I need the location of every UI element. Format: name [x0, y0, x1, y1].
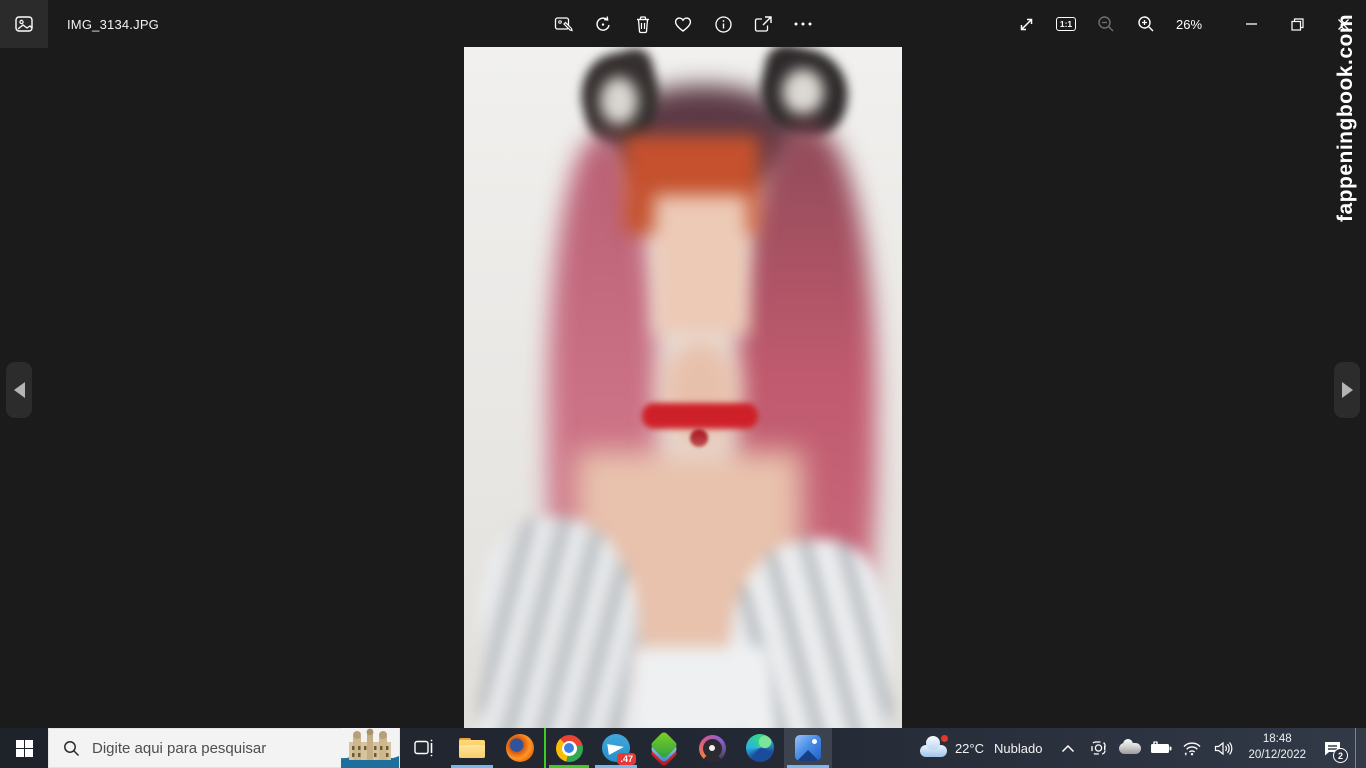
bing-daily-image[interactable]: [341, 728, 399, 768]
wifi-icon: [1182, 741, 1202, 756]
photo-content[interactable]: [464, 47, 902, 728]
taskbar-app-file-explorer[interactable]: [448, 728, 496, 768]
weather-temperature: 22°C: [955, 741, 984, 756]
tray-battery-button[interactable]: [1150, 728, 1172, 768]
photo-abstract-shape: [632, 647, 772, 728]
file-title: IMG_3134.JPG: [67, 17, 159, 32]
photo-abstract-shape: [600, 77, 638, 125]
taskbar-app-chrome[interactable]: [544, 728, 592, 768]
tray-onedrive-button[interactable]: [1119, 728, 1141, 768]
telegram-unread-badge: .47: [617, 753, 636, 765]
edge-icon: [746, 734, 774, 762]
next-arrow-icon: [1342, 382, 1361, 398]
taskbar-app-edge[interactable]: [736, 728, 784, 768]
previous-arrow-icon: [6, 382, 25, 398]
taskbar-app-telegram[interactable]: .47: [592, 728, 640, 768]
photos-app-icon: [14, 14, 34, 34]
edit-photo-button[interactable]: [543, 0, 583, 48]
search-input[interactable]: [92, 740, 341, 757]
chrome-icon: [556, 735, 583, 762]
system-tray: 22°C Nublado: [914, 728, 1366, 768]
telegram-icon: .47: [602, 734, 630, 762]
fullscreen-button[interactable]: [1006, 0, 1046, 48]
favorite-button[interactable]: [663, 0, 703, 48]
zoom-and-window-controls: 1:1 26%: [1006, 0, 1366, 48]
taskbar-app-photos[interactable]: [784, 728, 832, 768]
actual-size-label: 1:1: [1056, 17, 1076, 32]
photo-toolbar: [543, 0, 823, 48]
weather-condition: Nublado: [994, 741, 1042, 756]
photo-viewer: [0, 48, 1366, 728]
zoom-out-button[interactable]: [1086, 0, 1126, 48]
onedrive-icon: [1119, 743, 1141, 754]
maximize-button[interactable]: [1274, 0, 1320, 48]
windows-logo-icon: [16, 740, 33, 757]
action-center-button[interactable]: 2: [1320, 728, 1346, 768]
weather-widget[interactable]: 22°C Nublado: [914, 728, 1048, 768]
previous-photo-button[interactable]: [6, 362, 32, 418]
actual-size-button[interactable]: 1:1: [1046, 0, 1086, 48]
zoom-level: 26%: [1166, 17, 1212, 32]
rotate-icon: [594, 15, 613, 34]
heart-icon: [673, 15, 693, 33]
minimize-button[interactable]: [1228, 0, 1274, 48]
zoom-in-button[interactable]: [1126, 0, 1166, 48]
taskbar-clock[interactable]: 18:48 20/12/2022: [1243, 732, 1311, 763]
photo-abstract-shape: [782, 69, 824, 115]
photos-app-button[interactable]: [0, 0, 48, 48]
file-explorer-icon: [459, 738, 485, 758]
firefox-icon: [506, 734, 534, 762]
zoom-in-icon: [1137, 15, 1155, 33]
fullscreen-icon: [1018, 16, 1035, 33]
chevron-up-icon: [1061, 744, 1075, 753]
weather-cloud-icon: [920, 740, 947, 757]
bluestacks-icon: [651, 735, 677, 761]
taskbar-app-firefox[interactable]: [496, 728, 544, 768]
desktop-screen: IMG_3134.JPG: [0, 0, 1366, 768]
photo-abstract-shape: [654, 195, 748, 335]
screen-recorder-icon: [699, 735, 726, 762]
see-more-icon: [793, 21, 813, 27]
task-view-icon: [414, 739, 434, 757]
tray-wifi-button[interactable]: [1181, 728, 1203, 768]
see-more-button[interactable]: [783, 0, 823, 48]
camera-tray-icon: [1090, 740, 1108, 756]
battery-charging-icon: [1150, 741, 1172, 755]
delete-icon: [634, 15, 652, 34]
next-photo-button[interactable]: [1334, 362, 1360, 418]
info-icon: [714, 15, 733, 34]
clock-time: 18:48: [1248, 732, 1306, 748]
taskbar-app-bluestacks[interactable]: [640, 728, 688, 768]
taskbar-search: [48, 728, 400, 768]
photo-abstract-shape: [690, 429, 708, 447]
taskbar-app-recorder[interactable]: [688, 728, 736, 768]
photos-titlebar: IMG_3134.JPG: [0, 0, 1366, 48]
share-icon: [753, 15, 773, 34]
show-desktop-button[interactable]: [1355, 728, 1360, 768]
taskbar: .47 22°C Nublado: [0, 728, 1366, 768]
watermark-text: fappeningbook.com: [1334, 14, 1358, 222]
search-icon: [63, 740, 80, 757]
notification-count-badge: 2: [1333, 748, 1348, 763]
info-button[interactable]: [703, 0, 743, 48]
tray-camera-button[interactable]: [1088, 728, 1110, 768]
volume-icon: [1214, 741, 1233, 756]
share-button[interactable]: [743, 0, 783, 48]
rotate-button[interactable]: [583, 0, 623, 48]
zoom-out-icon: [1097, 15, 1115, 33]
photos-taskbar-icon: [795, 735, 821, 761]
start-button[interactable]: [0, 728, 48, 768]
photo-abstract-shape: [642, 403, 758, 429]
task-view-button[interactable]: [400, 728, 448, 768]
maximize-restore-icon: [1291, 18, 1304, 31]
tray-chevron-button[interactable]: [1057, 728, 1079, 768]
minimize-icon: [1246, 23, 1257, 25]
weather-alert-dot: [941, 735, 948, 742]
clock-date: 20/12/2022: [1248, 748, 1306, 764]
edit-photo-icon: [554, 15, 573, 34]
delete-button[interactable]: [623, 0, 663, 48]
tray-volume-button[interactable]: [1212, 728, 1234, 768]
